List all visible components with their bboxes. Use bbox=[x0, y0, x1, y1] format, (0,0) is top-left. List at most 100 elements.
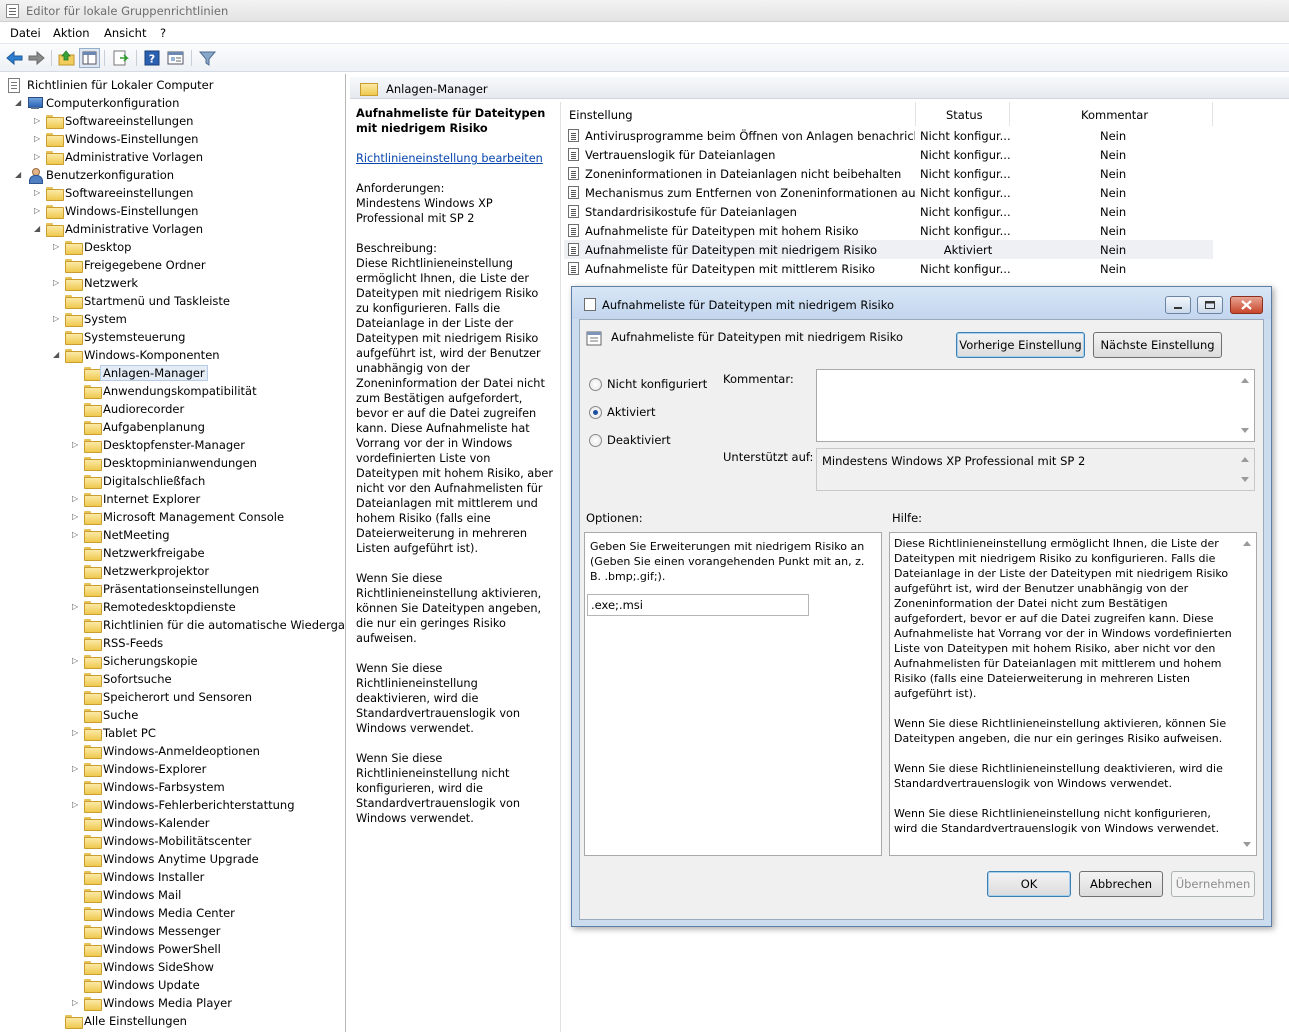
tree-component-6[interactable]: Digitalschließfach bbox=[0, 472, 345, 490]
tree-component-21[interactable]: Windows-Anmeldeoptionen bbox=[0, 742, 345, 760]
tree-component-13[interactable]: ▷ Remotedesktopdienste bbox=[0, 598, 345, 616]
setting-row[interactable]: Aufnahmeliste für Dateitypen mit niedrig… bbox=[564, 240, 1213, 259]
expanded-arrow-icon[interactable]: ◢ bbox=[15, 170, 23, 179]
forward-arrow-icon[interactable] bbox=[26, 48, 47, 68]
radio-enabled-label[interactable]: Aktiviert bbox=[607, 405, 656, 419]
tree-component-29[interactable]: Windows Mail bbox=[0, 886, 345, 904]
apply-button[interactable]: Übernehmen bbox=[1171, 871, 1255, 897]
tree-component-7[interactable]: ▷ Internet Explorer bbox=[0, 490, 345, 508]
filter-icon[interactable] bbox=[197, 48, 218, 68]
setting-row[interactable]: Mechanismus zum Entfernen von Zoneninfor… bbox=[564, 183, 1213, 202]
tree-component-18[interactable]: Speicherort und Sensoren bbox=[0, 688, 345, 706]
collapsed-arrow-icon[interactable]: ▷ bbox=[34, 152, 42, 161]
folder-up-icon[interactable] bbox=[56, 48, 77, 68]
tree-user-1[interactable]: ▷ Windows-Einstellungen bbox=[0, 202, 345, 220]
menu-help[interactable]: ? bbox=[160, 26, 166, 40]
radio-not-configured-label[interactable]: Nicht konfiguriert bbox=[607, 377, 707, 391]
tree-component-22[interactable]: ▷ Windows-Explorer bbox=[0, 760, 345, 778]
back-arrow-icon[interactable] bbox=[4, 48, 25, 68]
extensions-input[interactable]: .exe;.msi bbox=[587, 594, 809, 616]
collapsed-arrow-icon[interactable]: ▷ bbox=[53, 242, 61, 251]
radio-not-configured[interactable] bbox=[589, 378, 602, 391]
supported-scrollbar[interactable] bbox=[1237, 449, 1254, 490]
tree-component-19[interactable]: Suche bbox=[0, 706, 345, 724]
expanded-arrow-icon[interactable]: ◢ bbox=[53, 350, 61, 359]
column-header-status[interactable]: Status bbox=[916, 102, 1010, 126]
properties-view-icon[interactable] bbox=[165, 48, 186, 68]
tree-component-25[interactable]: Windows-Kalender bbox=[0, 814, 345, 832]
setting-row[interactable]: Zoneninformationen in Dateianlagen nicht… bbox=[564, 164, 1213, 183]
menu-aktion[interactable]: Aktion bbox=[53, 26, 90, 40]
collapsed-arrow-icon[interactable]: ▷ bbox=[72, 530, 80, 539]
tree-component-33[interactable]: Windows SideShow bbox=[0, 958, 345, 976]
tree-admin-3[interactable]: Startmenü und Taskleiste bbox=[0, 292, 345, 310]
collapsed-arrow-icon[interactable]: ▷ bbox=[72, 656, 80, 665]
collapsed-arrow-icon[interactable]: ▷ bbox=[72, 494, 80, 503]
setting-row[interactable]: Standardrisikostufe für Dateianlagen Nich… bbox=[564, 202, 1213, 221]
tree-user-2[interactable]: ◢ Administrative Vorlagen bbox=[0, 220, 345, 238]
pane-splitter[interactable] bbox=[560, 102, 561, 1032]
tree-admin-2[interactable]: ▷ Netzwerk bbox=[0, 274, 345, 292]
setting-row[interactable]: Aufnahmeliste für Dateitypen mit mittler… bbox=[564, 259, 1213, 278]
close-button[interactable] bbox=[1230, 296, 1263, 314]
ok-button[interactable]: OK bbox=[987, 871, 1071, 897]
comment-scrollbar[interactable] bbox=[1237, 370, 1254, 441]
tree-component-3[interactable]: Aufgabenplanung bbox=[0, 418, 345, 436]
edit-policy-link[interactable]: Richtlinieneinstellung bearbeiten bbox=[356, 151, 554, 166]
help-scrollbar[interactable] bbox=[1239, 533, 1256, 855]
minimize-button[interactable] bbox=[1165, 296, 1191, 314]
expanded-arrow-icon[interactable]: ◢ bbox=[34, 224, 42, 233]
tree-component-31[interactable]: Windows Messenger bbox=[0, 922, 345, 940]
comment-textarea[interactable] bbox=[816, 369, 1255, 442]
collapsed-arrow-icon[interactable]: ▷ bbox=[34, 116, 42, 125]
tree-admin-5[interactable]: Systemsteuerung bbox=[0, 328, 345, 346]
tree-component-35[interactable]: ▷ Windows Media Player bbox=[0, 994, 345, 1012]
setting-row[interactable]: Vertrauenslogik für Dateianlagen Nicht ko… bbox=[564, 145, 1213, 164]
tree-component-11[interactable]: Netzwerkprojektor bbox=[0, 562, 345, 580]
collapsed-arrow-icon[interactable]: ▷ bbox=[72, 764, 80, 773]
tree-component-30[interactable]: Windows Media Center bbox=[0, 904, 345, 922]
collapsed-arrow-icon[interactable]: ▷ bbox=[72, 440, 80, 449]
tree-component-5[interactable]: Desktopminianwendungen bbox=[0, 454, 345, 472]
next-setting-button[interactable]: Nächste Einstellung bbox=[1093, 332, 1222, 358]
tree-component-15[interactable]: RSS-Feeds bbox=[0, 634, 345, 652]
tree-component-17[interactable]: Sofortsuche bbox=[0, 670, 345, 688]
radio-disabled-label[interactable]: Deaktiviert bbox=[607, 433, 671, 447]
setting-row[interactable]: Antivirusprogramme beim Öffnen von Anlag… bbox=[564, 126, 1213, 145]
menu-ansicht[interactable]: Ansicht bbox=[104, 26, 146, 40]
tree-component-2[interactable]: Audiorecorder bbox=[0, 400, 345, 418]
tree-component-23[interactable]: Windows-Farbsystem bbox=[0, 778, 345, 796]
tree-computer-config[interactable]: ◢ Computerkonfiguration bbox=[0, 94, 345, 112]
tree-computer-1[interactable]: ▷ Windows-Einstellungen bbox=[0, 130, 345, 148]
collapsed-arrow-icon[interactable]: ▷ bbox=[72, 602, 80, 611]
tree-component-0[interactable]: Anlagen-Manager bbox=[0, 364, 345, 382]
cancel-button[interactable]: Abbrechen bbox=[1079, 871, 1163, 897]
tree-admin-6[interactable]: ◢ Windows-Komponenten bbox=[0, 346, 345, 364]
export-list-icon[interactable] bbox=[110, 48, 131, 68]
collapsed-arrow-icon[interactable]: ▷ bbox=[34, 206, 42, 215]
tree-component-14[interactable]: Richtlinien für die automatische Wiederg… bbox=[0, 616, 345, 634]
tree-component-8[interactable]: ▷ Microsoft Management Console bbox=[0, 508, 345, 526]
tree-component-28[interactable]: Windows Installer bbox=[0, 868, 345, 886]
collapsed-arrow-icon[interactable]: ▷ bbox=[72, 998, 80, 1007]
tree-component-34[interactable]: Windows Update bbox=[0, 976, 345, 994]
tree-user-config[interactable]: ◢ Benutzerkonfiguration bbox=[0, 166, 345, 184]
collapsed-arrow-icon[interactable]: ▷ bbox=[72, 800, 80, 809]
collapsed-arrow-icon[interactable]: ▷ bbox=[53, 278, 61, 287]
collapsed-arrow-icon[interactable]: ▷ bbox=[34, 134, 42, 143]
tree-computer-2[interactable]: ▷ Administrative Vorlagen bbox=[0, 148, 345, 166]
previous-setting-button[interactable]: Vorherige Einstellung bbox=[956, 332, 1085, 358]
tree-component-1[interactable]: Anwendungskompatibilität bbox=[0, 382, 345, 400]
tree-user-0[interactable]: ▷ Softwareeinstellungen bbox=[0, 184, 345, 202]
tree-root[interactable]: Richtlinien für Lokaler Computer bbox=[0, 76, 345, 94]
collapsed-arrow-icon[interactable]: ▷ bbox=[72, 512, 80, 521]
tree-admin-4[interactable]: ▷ System bbox=[0, 310, 345, 328]
radio-enabled[interactable] bbox=[589, 406, 602, 419]
help-icon[interactable]: ? bbox=[142, 48, 163, 68]
collapsed-arrow-icon[interactable]: ▷ bbox=[72, 728, 80, 737]
expanded-arrow-icon[interactable]: ◢ bbox=[15, 98, 23, 107]
tree-component-20[interactable]: ▷ Tablet PC bbox=[0, 724, 345, 742]
tree-computer-0[interactable]: ▷ Softwareeinstellungen bbox=[0, 112, 345, 130]
column-header-kommentar[interactable]: Kommentar bbox=[1010, 102, 1213, 126]
tree-component-12[interactable]: Präsentationseinstellungen bbox=[0, 580, 345, 598]
